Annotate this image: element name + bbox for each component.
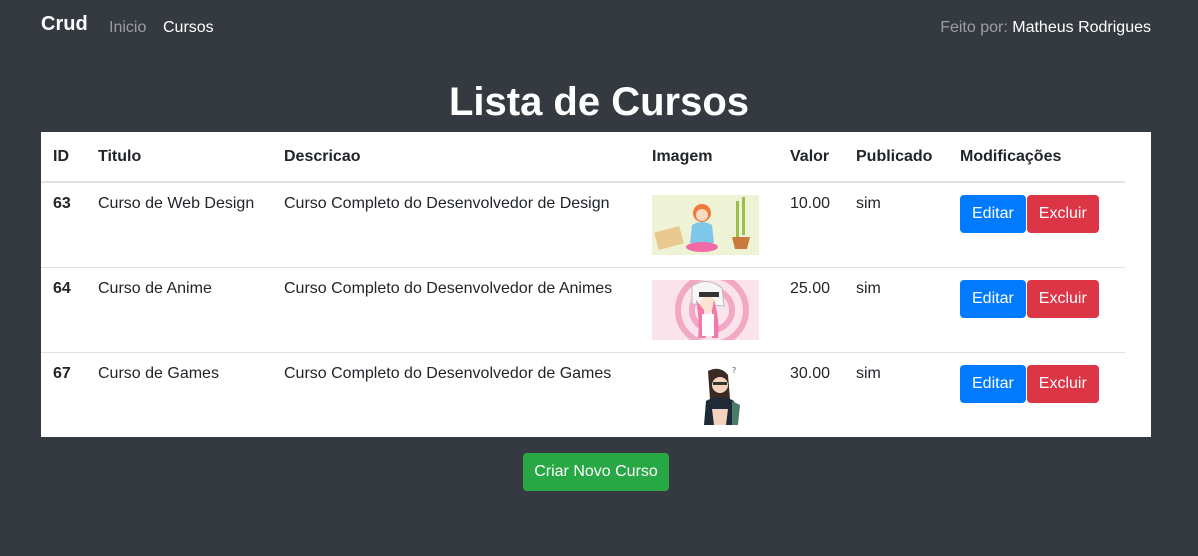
create-course-button[interactable]: Criar Novo Curso <box>523 453 669 491</box>
cell-publicado: sim <box>844 351 948 437</box>
navbar-brand[interactable]: Crud <box>41 13 88 36</box>
cell-imagem <box>640 266 778 352</box>
cell-descricao: Curso Completo do Desenvolvedor de Anime… <box>272 266 640 352</box>
edit-button[interactable]: Editar <box>960 364 1026 403</box>
svg-text:?: ? <box>732 366 736 375</box>
nav-link-cursos[interactable]: Cursos <box>163 19 214 37</box>
course-thumbnail-web-design <box>652 195 759 255</box>
table-row: 63 Curso de Web Design Curso Completo do… <box>41 182 1125 267</box>
cell-publicado: sim <box>856 195 881 212</box>
course-thumbnail-anime <box>652 279 759 340</box>
cell-descricao: Curso Completo do Desenvolvedor de Desig… <box>284 195 610 212</box>
courses-table: ID Titulo Descricao Imagem Valor Publica… <box>41 132 1125 437</box>
delete-button[interactable]: Excluir <box>1026 279 1099 318</box>
cell-valor: 25.00 <box>778 266 844 352</box>
cell-imagem: ? <box>640 351 778 437</box>
header-descricao: Descricao <box>272 132 640 183</box>
table-row: 67 Curso de Games Curso Completo do Dese… <box>41 351 1125 437</box>
nav-link-inicio[interactable]: Inicio <box>109 19 146 37</box>
cell-titulo: Curso de Games <box>86 351 272 437</box>
cell-titulo: Curso de Web Design <box>98 195 255 212</box>
header-valor: Valor <box>778 132 844 183</box>
cell-valor: 30.00 <box>778 351 844 437</box>
page-title: Lista de Cursos <box>448 80 750 124</box>
cell-publicado: sim <box>844 266 948 352</box>
cell-descricao: Curso Completo do Desenvolvedor de Games <box>272 351 640 437</box>
cell-id: 67 <box>41 351 86 437</box>
header-id: ID <box>41 132 86 183</box>
cell-actions: Editar Excluir <box>948 266 1125 352</box>
header-publicado: Publicado <box>844 132 948 183</box>
cell-titulo: Curso de Anime <box>86 266 272 352</box>
table-header-row: ID Titulo Descricao Imagem Valor Publica… <box>41 132 1125 183</box>
cell-imagem <box>640 182 778 267</box>
cell-actions: Editar Excluir <box>948 182 1125 267</box>
header-titulo: Titulo <box>86 132 272 183</box>
delete-button[interactable]: Excluir <box>1026 195 1099 233</box>
header-imagem: Imagem <box>640 132 778 183</box>
table-row: 64 Curso de Anime Curso Completo do Dese… <box>41 266 1125 352</box>
header-modificacoes: Modificações <box>948 132 1125 183</box>
delete-button[interactable]: Excluir <box>1026 364 1099 403</box>
credit-name: Matheus Rodrigues <box>1012 19 1151 36</box>
cell-id: 63 <box>53 195 71 212</box>
course-thumbnail-games: ? <box>652 364 759 425</box>
cell-actions: Editar Excluir <box>948 351 1125 437</box>
courses-table-container: ID Titulo Descricao Imagem Valor Publica… <box>41 132 1151 437</box>
cell-id: 64 <box>41 266 86 352</box>
author-credit: Feito por: Matheus Rodrigues <box>940 19 1151 37</box>
cell-valor: 10.00 <box>790 195 831 212</box>
edit-button[interactable]: Editar <box>960 279 1026 318</box>
credit-label: Feito por: <box>940 19 1008 36</box>
top-navbar: Crud Inicio Cursos Feito por: Matheus Ro… <box>0 0 1198 56</box>
edit-button[interactable]: Editar <box>960 195 1026 233</box>
